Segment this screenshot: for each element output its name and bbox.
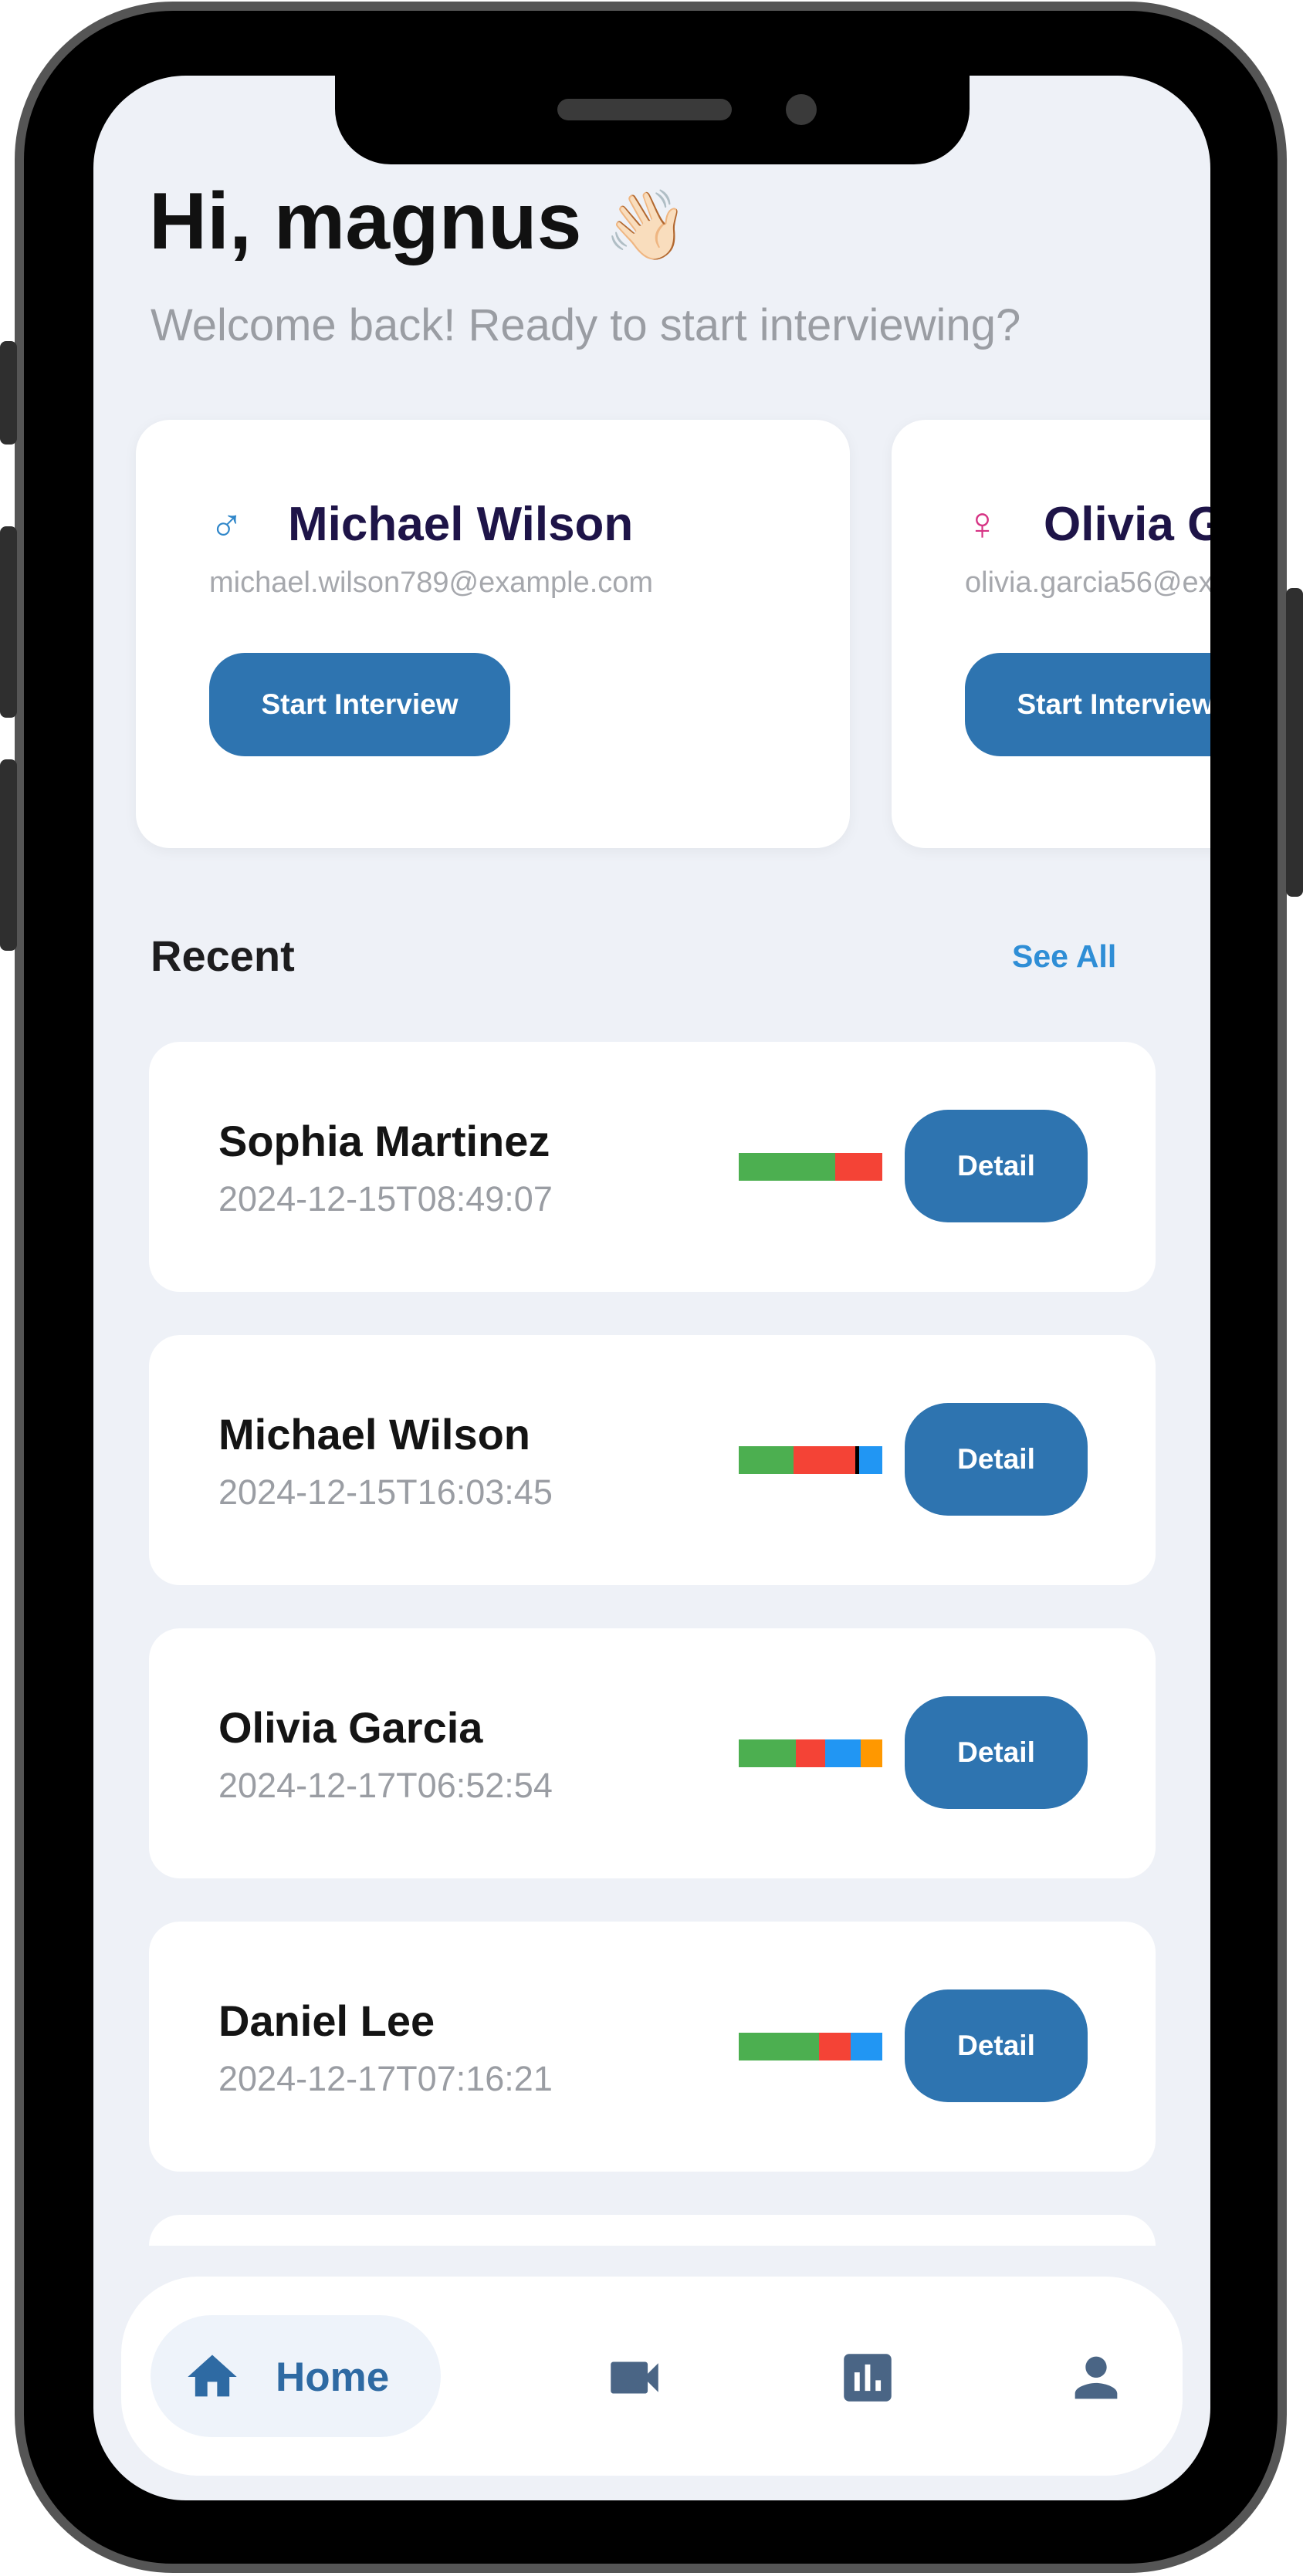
video-camera-icon[interactable] (603, 2346, 666, 2409)
phone-camera (786, 94, 817, 125)
score-segment (851, 2033, 882, 2060)
detail-button[interactable]: Detail (905, 1696, 1088, 1809)
recent-name: Daniel Lee (218, 1996, 435, 2045)
recent-item[interactable]: Daniel Lee 2024-12-17T07:16:21 Detail (149, 1922, 1156, 2172)
score-segment (793, 1446, 855, 1474)
recent-date: 2024-12-15T08:49:07 (218, 1179, 553, 1219)
recent-item[interactable]: Sophia Martinez 2024-12-15T08:49:07 Deta… (149, 1042, 1156, 1292)
score-segment (834, 1153, 882, 1181)
greeting-title: Hi, magnus 👋🏻 (149, 176, 689, 268)
score-bar (739, 1446, 882, 1474)
candidate-card: ♀ Olivia Garcia olivia.garcia56@example.… (892, 420, 1210, 848)
recent-item-partial[interactable] (149, 2215, 1156, 2246)
score-segment (796, 1739, 825, 1767)
welcome-subtitle: Welcome back! Ready to start interviewin… (151, 300, 1021, 350)
recent-date: 2024-12-15T16:03:45 (218, 1472, 553, 1512)
score-bar (739, 1153, 882, 1181)
male-icon: ♂ (209, 498, 244, 549)
start-interview-button[interactable]: Start Interview (209, 653, 510, 756)
phone-side-button (0, 759, 17, 951)
app-screen: Hi, magnus 👋🏻 Welcome back! Ready to sta… (93, 76, 1210, 2500)
recent-name: Sophia Martinez (218, 1117, 550, 1165)
detail-button[interactable]: Detail (905, 1110, 1088, 1222)
see-all-link[interactable]: See All (1012, 938, 1116, 975)
candidate-name: Olivia Garcia (1044, 498, 1210, 551)
recent-item[interactable]: Michael Wilson 2024-12-15T16:03:45 Detai… (149, 1335, 1156, 1585)
score-bar (739, 2033, 882, 2060)
score-segment (739, 2033, 820, 2060)
score-bar (739, 1739, 883, 1767)
home-icon (188, 2355, 237, 2397)
score-segment (824, 1739, 861, 1767)
score-segment (859, 1446, 882, 1474)
score-segment (819, 2033, 851, 2060)
recent-date: 2024-12-17T06:52:54 (218, 1766, 553, 1805)
recent-name: Michael Wilson (218, 1410, 531, 1459)
detail-button[interactable]: Detail (905, 1403, 1088, 1516)
greeting-text: Hi, magnus (149, 177, 582, 266)
phone-side-button (0, 341, 17, 445)
recent-date: 2024-12-17T07:16:21 (218, 2059, 553, 2098)
candidate-email: olivia.garcia56@example.com (965, 566, 1210, 599)
nav-home-label: Home (276, 2355, 390, 2400)
score-segment (861, 1739, 883, 1767)
recent-section-title: Recent (151, 931, 295, 980)
person-icon[interactable] (1064, 2346, 1128, 2409)
female-icon: ♀ (965, 498, 1000, 549)
recent-item[interactable]: Olivia Garcia 2024-12-17T06:52:54 Detail (149, 1628, 1156, 1878)
start-interview-button[interactable]: Start Interview (965, 653, 1210, 756)
nav-home-tab[interactable]: Home (151, 2315, 441, 2437)
candidate-carousel[interactable]: ♂ Michael Wilson michael.wilson789@examp… (93, 420, 1210, 852)
candidate-email: michael.wilson789@example.com (209, 566, 654, 599)
candidate-name: Michael Wilson (288, 498, 634, 551)
phone-side-button (1286, 588, 1303, 897)
wave-icon: 👋🏻 (604, 187, 689, 263)
phone-speaker (557, 99, 732, 120)
score-segment (739, 1739, 797, 1767)
candidate-card: ♂ Michael Wilson michael.wilson789@examp… (136, 420, 850, 848)
score-segment (739, 1446, 794, 1474)
bar-chart-icon[interactable] (836, 2346, 899, 2409)
recent-name: Olivia Garcia (218, 1703, 483, 1752)
bottom-nav: Home (121, 2277, 1183, 2476)
phone-side-button (0, 526, 17, 718)
detail-button[interactable]: Detail (905, 1989, 1088, 2102)
score-segment (739, 1153, 835, 1181)
